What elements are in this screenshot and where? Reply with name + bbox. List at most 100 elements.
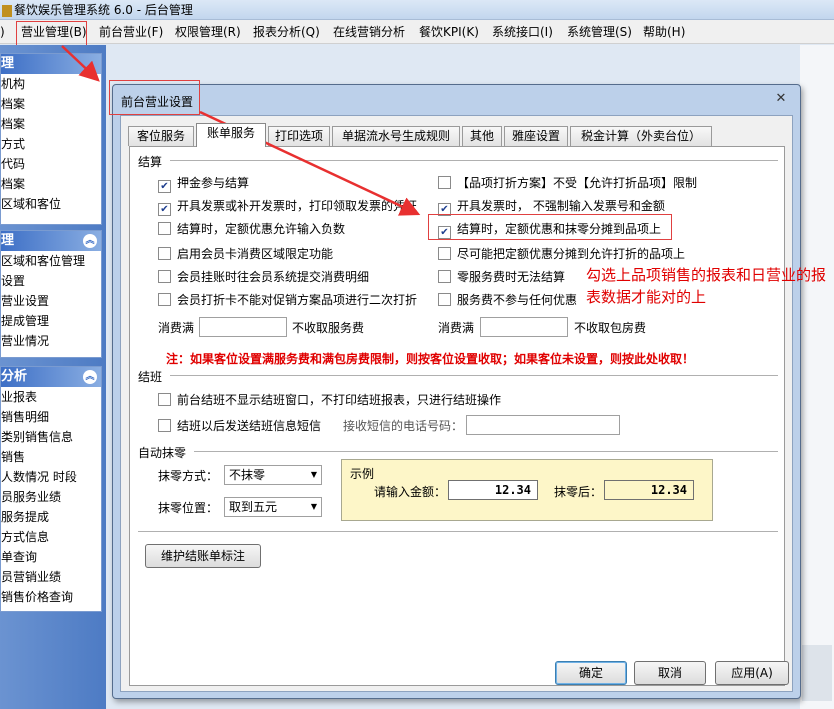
sidebar-item[interactable]: 营业情况 [1,331,101,351]
ok-button[interactable]: 确定 [555,661,627,685]
dialog-title-highlight-box [109,80,200,115]
checkbox-box[interactable] [158,247,171,260]
menu-item-interface[interactable]: 系统接口(I) [492,24,553,40]
tab-serial-rules[interactable]: 单据流水号生成规则 [332,126,460,146]
amount-label: 请输入金额： [374,485,447,499]
checkbox-discount-scheme[interactable]: 【品项打折方案】不受【允许打折品项】限制 [438,175,697,191]
sidebar-item[interactable]: 机构 [1,74,101,94]
checkbox-invoice-voucher[interactable]: ✔ 开具发票或补开发票时，打印领取发票的凭证 [158,198,417,216]
section-divider [170,160,778,162]
section-title-rounding: 自动抹零 [138,446,187,460]
menu-item-kpi[interactable]: 餐饮KPI(K) [419,24,479,40]
settlement-notice: 注：如果客位设置满服务费和满包房费限制，则按客位设置收取；如果客位未设置，则按此… [166,352,695,366]
sidebar-item[interactable]: 销售价格查询 [1,587,101,607]
min-spend-service-input[interactable] [199,317,287,337]
checkbox-box[interactable] [438,293,451,306]
sidebar-item[interactable]: 营业设置 [1,291,101,311]
sms-phone-label: 接收短信的电话号码： [343,419,464,433]
min-spend-label: 消费满 [158,321,195,335]
sidebar-item[interactable]: 提成管理 [1,311,101,331]
sidebar-item[interactable]: 类别销售信息 [1,427,101,447]
maintain-bill-notes-button[interactable]: 维护结账单标注 [145,544,261,568]
sidebar-item[interactable]: 档案 [1,174,101,194]
tab-seat-service[interactable]: 客位服务 [128,126,194,146]
rounding-mode-label: 抹零方式： [158,469,219,483]
checkbox-negative-discount[interactable]: 结算时，定额优惠允许输入负数 [158,221,345,237]
sidebar-item[interactable]: 方式 [1,134,101,154]
checkbox-box[interactable] [158,393,171,406]
after-rounding-label: 抹零后： [554,485,603,499]
tab-tax[interactable]: 税金计算（外卖台位） [570,126,712,146]
sidebar-item[interactable]: 销售 [1,447,101,467]
checkbox-box[interactable] [158,270,171,283]
app-title: 餐饮娱乐管理系统 6.0 - 后台管理 [14,3,193,17]
tab-vip-seat[interactable]: 雅座设置 [504,126,568,146]
sidebar-item[interactable]: 业报表 [1,387,101,407]
sidebar-panel-1-header[interactable]: 理 [1,54,101,74]
section-divider [138,531,778,533]
checkbox-member-double-discount[interactable]: 会员打折卡不能对促销方案品项进行二次打折 [158,292,417,308]
checkbox-member-credit[interactable]: 会员挂账时往会员系统提交消费明细 [158,269,369,285]
sidebar-item[interactable]: 档案 [1,94,101,114]
sidebar-panel-2: 理 ︽ 区域和客位管理 设置 营业设置 提成管理 营业情况 [0,230,102,358]
sidebar-item[interactable]: 单查询 [1,547,101,567]
sidebar-item[interactable]: 设置 [1,271,101,291]
rounding-position-select[interactable]: 取到五元 ▼ [224,497,322,517]
checkbox-highlight-box [428,214,672,240]
sidebar: 理 机构 档案 档案 方式 代码 档案 区域和客位 理 ︽ 区域和客位管理 设置 … [0,45,106,709]
menu-item-front[interactable]: 前台营业(F) [99,24,163,40]
section-divider [194,451,778,453]
background-scroll-thumb [802,645,832,701]
sidebar-item[interactable]: 人数情况 时段 [1,467,101,487]
checkbox-member-area[interactable]: 启用会员卡消费区域限定功能 [158,246,333,262]
rounding-mode-select[interactable]: 不抹零 ▼ [224,465,322,485]
menu-item-reports[interactable]: 报表分析(Q) [253,24,320,40]
amount-input[interactable]: 12.34 [448,480,538,500]
min-spend-room-input[interactable] [480,317,568,337]
sidebar-item[interactable]: 员营销业绩 [1,567,101,587]
checkbox-service-no-discount[interactable]: 服务费不参与任何优惠 [438,292,577,308]
checkbox-zero-service-fee[interactable]: 零服务费时无法结算 [438,269,565,285]
checkbox-box[interactable] [158,419,171,432]
menu-item-help[interactable]: 帮助(H) [643,24,685,40]
checkbox-deposit[interactable]: ✔ 押金参与结算 [158,175,249,193]
menu-item-permission[interactable]: 权限管理(R) [175,24,241,40]
no-service-fee-label: 不收取服务费 [292,321,365,335]
sidebar-item[interactable]: 区域和客位 [1,194,101,214]
checkbox-box[interactable] [438,176,451,189]
sidebar-panel-2-header[interactable]: 理 ︽ [1,231,101,251]
checkbox-box[interactable] [158,293,171,306]
apply-button[interactable]: 应用(A) [715,661,789,685]
dropdown-arrow-icon: ▼ [310,470,317,479]
menu-item-prev[interactable]: ) [0,24,5,40]
sidebar-item[interactable]: 销售明细 [1,407,101,427]
checkbox-box[interactable]: ✔ [158,180,171,193]
sidebar-item[interactable]: 区域和客位管理 [1,251,101,271]
sms-phone-input[interactable] [466,415,620,435]
section-title-shift: 结班 [138,370,163,384]
menu-item-online[interactable]: 在线营销分析 [333,24,405,40]
sidebar-item[interactable]: 方式信息 [1,527,101,547]
collapse-icon[interactable]: ︽ [83,370,97,384]
section-divider [170,375,778,377]
sidebar-item[interactable]: 服务提成 [1,507,101,527]
sidebar-item[interactable]: 档案 [1,114,101,134]
tab-other[interactable]: 其他 [462,126,502,146]
checkbox-allocate-allowed[interactable]: 尽可能把定额优惠分摊到允许打折的品项上 [438,246,685,262]
checkbox-shift-sms[interactable]: 结班以后发送结班信息短信 [158,418,321,434]
menu-item-system[interactable]: 系统管理(S) [567,24,632,40]
tab-print-options[interactable]: 打印选项 [268,126,330,146]
checkbox-box[interactable]: ✔ [158,203,171,216]
checkbox-box[interactable] [158,222,171,235]
collapse-icon[interactable]: ︽ [83,234,97,248]
checkbox-box[interactable] [438,247,451,260]
section-title-settlement: 结算 [138,155,163,169]
close-icon[interactable]: ✕ [774,92,788,106]
tab-bill-service[interactable]: 账单服务 [196,123,266,147]
cancel-button[interactable]: 取消 [634,661,706,685]
sidebar-item[interactable]: 员服务业绩 [1,487,101,507]
sidebar-item[interactable]: 代码 [1,154,101,174]
checkbox-box[interactable] [438,270,451,283]
sidebar-panel-3-header[interactable]: 分析 ︽ [1,367,101,387]
checkbox-shift-no-window[interactable]: 前台结班不显示结班窗口，不打印结班报表，只进行结班操作 [158,392,501,408]
